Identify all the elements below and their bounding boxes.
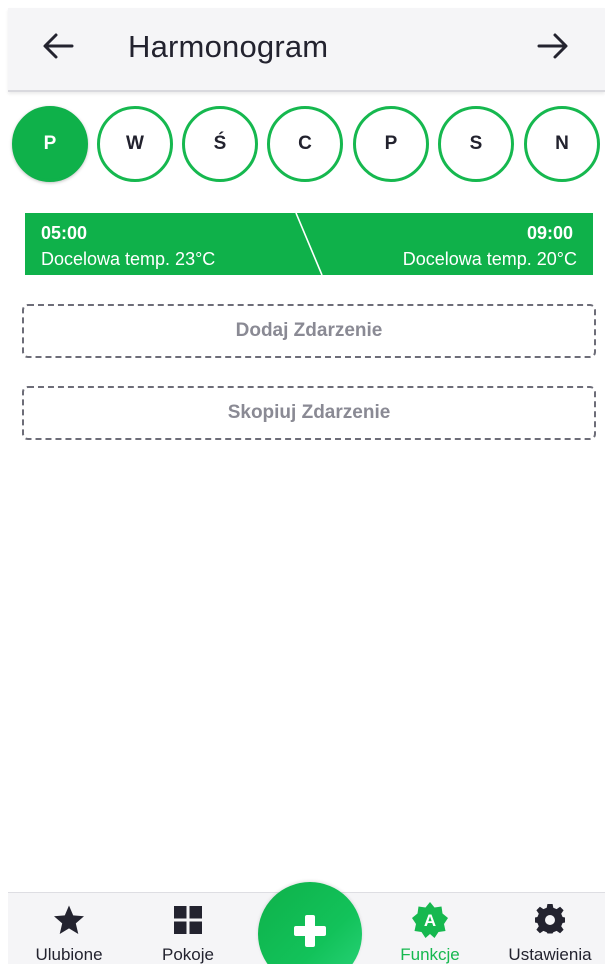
day-thursday[interactable]: C — [267, 106, 343, 182]
plus-icon — [293, 914, 327, 953]
nav-label-rooms: Pokoje — [162, 945, 214, 964]
automation-a-icon: A — [412, 902, 448, 938]
nav-label-functions: Funkcje — [400, 945, 460, 964]
event-start-time: 05:00 — [41, 223, 88, 243]
event-end-temp: Docelowa temp. 20°C — [402, 249, 577, 269]
nav-label-favorites: Ulubione — [35, 945, 103, 964]
day-wednesday[interactable]: Ś — [182, 106, 258, 182]
arrow-right-icon — [537, 32, 569, 65]
forward-button[interactable] — [531, 26, 575, 70]
day-selector: P W Ś C P S N — [12, 106, 605, 186]
nav-item-functions[interactable]: A Funkcje — [375, 893, 485, 964]
star-icon — [54, 905, 84, 934]
add-event-button[interactable]: Dodaj Zdarzenie — [22, 304, 596, 358]
automation-letter: A — [424, 911, 436, 930]
day-friday[interactable]: P — [353, 106, 429, 182]
grid-icon — [174, 906, 202, 934]
arrow-left-icon — [42, 32, 74, 65]
event-end-time: 09:00 — [526, 223, 573, 243]
nav-label-settings: Ustawienia — [508, 945, 592, 964]
copy-event-button[interactable]: Skopiuj Zdarzenie — [22, 386, 596, 440]
page-title: Harmonogram — [128, 29, 329, 64]
nav-item-favorites[interactable]: Ulubione — [14, 893, 124, 964]
day-sunday[interactable]: N — [524, 106, 600, 182]
schedule-screen: Harmonogram P W Ś C P S N 05:00 Docelowa… — [0, 0, 605, 964]
event-start-temp: Docelowa temp. 23°C — [41, 249, 216, 269]
day-saturday[interactable]: S — [438, 106, 514, 182]
nav-item-settings[interactable]: Ustawienia — [495, 893, 605, 964]
nav-item-rooms[interactable]: Pokoje — [133, 893, 243, 964]
schedule-event-bar[interactable]: 05:00 Docelowa temp. 23°C 09:00 Docelowa… — [25, 213, 593, 275]
day-monday[interactable]: P — [12, 106, 88, 182]
day-tuesday[interactable]: W — [97, 106, 173, 182]
gear-icon — [535, 904, 565, 934]
top-app-bar: Harmonogram — [8, 8, 605, 92]
back-button[interactable] — [36, 26, 80, 70]
